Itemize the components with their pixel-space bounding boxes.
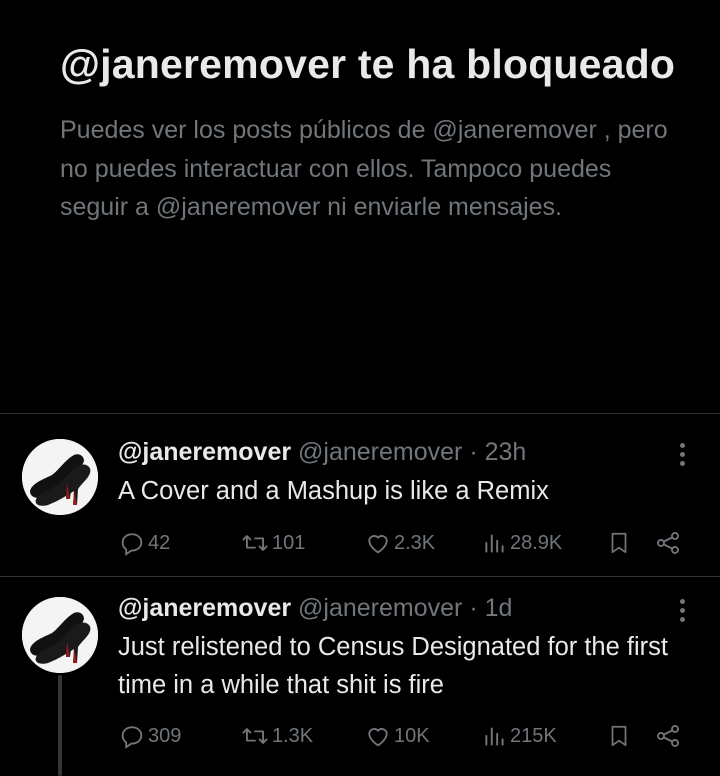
share-button[interactable]	[654, 526, 682, 560]
blocked-notice: @janeremover te ha bloqueado Puedes ver …	[60, 36, 680, 227]
post-item[interactable]: @janeremover @janeremover · 1d Just reli…	[0, 577, 720, 776]
handle[interactable]: @janeremover	[298, 594, 462, 622]
blocked-title: @janeremover te ha bloqueado	[60, 41, 676, 87]
handle[interactable]: @janeremover	[298, 438, 462, 466]
views-button[interactable]: 28.9K	[482, 526, 562, 560]
separator: ·	[469, 594, 478, 622]
repost-count: 1.3K	[272, 724, 314, 747]
like-count: 10K	[394, 724, 430, 747]
avatar-image	[22, 597, 98, 673]
views-count: 28.9K	[510, 531, 563, 554]
post-text: A Cover and a Mashup is like a Remix	[118, 477, 549, 505]
repost-button[interactable]: 101	[240, 526, 305, 560]
more-dot-icon	[679, 442, 685, 448]
avatar[interactable]	[22, 597, 98, 673]
avatar-image	[22, 439, 98, 515]
heart-icon	[368, 728, 388, 747]
post-header: @janeremover @janeremover · 23h	[118, 436, 526, 468]
display-name[interactable]: @janeremover	[118, 594, 291, 622]
views-button[interactable]: 215K	[482, 719, 557, 753]
thread-line	[58, 675, 62, 776]
timestamp[interactable]: 1d	[485, 594, 513, 622]
bookmark-icon	[611, 532, 627, 554]
post-header: @janeremover @janeremover · 1d	[118, 592, 512, 624]
repost-icon	[242, 535, 268, 551]
more-options-button[interactable]	[668, 438, 696, 470]
more-dot-icon	[679, 598, 685, 604]
repost-count: 101	[272, 531, 306, 554]
display-name[interactable]: @janeremover	[118, 438, 291, 466]
reply-button[interactable]: 309	[118, 719, 181, 753]
reply-count: 309	[148, 724, 182, 747]
post-item[interactable]: @janeremover @janeremover · 23h A Cover …	[0, 414, 720, 576]
post-text: Just relistened to Census Designated for…	[118, 633, 668, 699]
reply-icon	[121, 726, 143, 749]
separator: ·	[469, 438, 478, 466]
reply-icon	[121, 533, 143, 556]
share-icon	[657, 532, 679, 554]
share-icon	[657, 725, 679, 747]
like-count: 2.3K	[394, 531, 436, 554]
views-count: 215K	[510, 724, 557, 747]
bookmark-icon	[611, 725, 627, 747]
repost-button[interactable]: 1.3K	[240, 719, 313, 753]
bookmark-button[interactable]	[606, 719, 632, 753]
views-icon	[485, 534, 504, 553]
reply-count: 42	[148, 531, 171, 554]
views-icon	[485, 727, 504, 746]
repost-icon	[242, 728, 268, 744]
more-options-button[interactable]	[668, 594, 696, 626]
bookmark-button[interactable]	[606, 526, 632, 560]
reply-button[interactable]: 42	[118, 526, 170, 560]
like-button[interactable]: 10K	[364, 719, 430, 753]
post-actions: 309 1.3K 10K 215K	[118, 719, 688, 753]
post-actions: 42 101 2.3K 28.9K	[118, 526, 688, 560]
timestamp[interactable]: 23h	[485, 438, 527, 466]
share-button[interactable]	[654, 719, 682, 753]
avatar[interactable]	[22, 439, 98, 515]
heart-icon	[368, 535, 388, 554]
blocked-message: Puedes ver los posts públicos de @janere…	[60, 116, 668, 221]
like-button[interactable]: 2.3K	[364, 526, 435, 560]
